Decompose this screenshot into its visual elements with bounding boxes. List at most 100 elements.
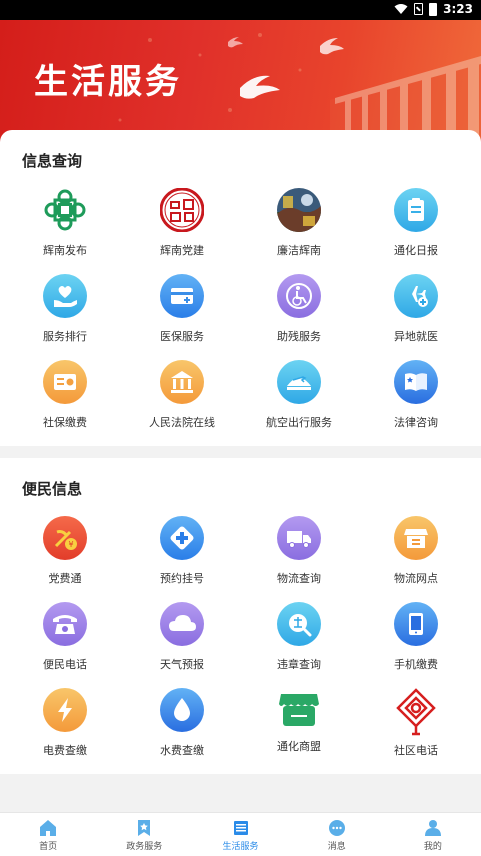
lightning-icon [43,688,87,732]
grid-item-remote-medical[interactable]: 异地就医 [356,270,476,354]
nav-mine[interactable]: 我的 [385,813,481,856]
grid-item-label: 社保缴费 [43,416,87,429]
grid-item-label: 服务排行 [43,330,87,343]
bottom-nav: 首页 政务服务 生活服务 消息 我的 [0,812,481,856]
newspaper-icon [394,188,438,232]
grid-item-label: 预约挂号 [160,572,204,585]
bookmark-star-icon [138,820,151,836]
grid-item-label: 物流查询 [277,572,321,585]
grid-item-label: 便民电话 [43,658,87,671]
grid-item-label: 通化商盟 [277,740,321,753]
section-title: 便民信息 [22,480,83,498]
medical-cross-icon [160,516,204,560]
grid-item-label: 通化日报 [394,244,438,257]
chinese-knot-icon [394,688,438,736]
page-title: 生活服务 [34,62,182,102]
grid-item-water[interactable]: 水费查缴 [122,684,242,768]
grid-item-label: 医保服务 [160,330,204,343]
grid-item-huinan-party[interactable]: 辉南党建 [122,184,242,268]
heart-hand-icon [43,274,87,318]
banner: 生活服务 [0,20,481,146]
grid-item-huinan-release[interactable]: 辉南发布 [5,184,125,268]
grid-item-label: 航空出行服务 [266,416,332,429]
courthouse-icon [160,360,204,404]
grid-item-weather[interactable]: 天气预报 [122,598,242,682]
grid-item-tonghua-alliance[interactable]: 通化商盟 [239,684,359,768]
grid-item-label: 天气预报 [160,658,204,671]
cloud-icon [160,602,204,646]
dove-icon [228,37,344,99]
grid-item-public-phone[interactable]: 便民电话 [5,598,125,682]
airplane-medical-icon [394,274,438,318]
grid-item-label: 辉南发布 [43,244,87,257]
nav-label: 生活服务 [222,842,259,852]
nav-label: 政务服务 [126,842,163,852]
grid-item-mobile-payment[interactable]: 手机缴费 [356,598,476,682]
grid-item-label: 异地就医 [394,330,438,343]
clean-huinan-badge-icon [277,188,321,232]
grid-item-clean-huinan[interactable]: 廉洁辉南 [239,184,359,268]
grid-item-label: 廉洁辉南 [277,244,321,257]
mobile-phone-icon [394,602,438,646]
nav-label: 消息 [327,842,346,852]
nav-label: 首页 [39,842,58,852]
clock-time: 3:23 [443,2,473,16]
grid-item-label: 助残服务 [277,330,321,343]
truck-icon [277,516,321,560]
nav-label: 我的 [423,842,442,852]
nav-life-service[interactable]: 生活服务 [192,813,288,856]
grid-item-label: 法律咨询 [394,416,438,429]
grid-item-label: 违章查询 [277,658,321,671]
grid-item-label: 辉南党建 [160,244,204,257]
id-card-icon [43,360,87,404]
grid-item-legal-consult[interactable]: 法律咨询 [356,356,476,440]
battery-icon [429,2,438,16]
info-query-section: 信息查询 辉南发布 辉南党建 廉洁辉南 通化日报 服务排行 医保服务 助残服务 … [0,130,481,446]
grid-item-service-ranking[interactable]: 服务排行 [5,270,125,354]
grid-item-label: 人民法院在线 [149,416,215,429]
grid-item-social-security[interactable]: 社保缴费 [5,356,125,440]
grid-item-disability-service[interactable]: 助残服务 [239,270,359,354]
person-icon [424,820,441,836]
huinan-party-building-seal-icon [160,188,204,232]
nav-government-service[interactable]: 政务服务 [96,813,192,856]
grid-item-label: 水费查缴 [160,744,204,757]
grid-item-label: 物流网点 [394,572,438,585]
grid-item-violation-query[interactable]: 违章查询 [239,598,359,682]
life-service-icon [233,821,248,835]
home-icon [40,820,57,836]
wheelchair-icon [277,274,321,318]
store-icon [394,516,438,560]
convenience-info-section: 便民信息 ¥ 党费通 预约挂号 物流查询 物流网点 便民电话 天气预报 违章查询… [0,458,481,774]
grid-item-appointment[interactable]: 预约挂号 [122,512,242,596]
grid-item-label: 社区电话 [394,744,438,757]
no-sim-icon [414,3,424,15]
status-bar: 3:23 [0,0,481,20]
law-book-icon [394,360,438,404]
grid-item-party-fee[interactable]: ¥ 党费通 [5,512,125,596]
medical-card-icon [160,274,204,318]
huinan-release-logo-icon [43,188,87,232]
section-title: 信息查询 [22,152,83,170]
grid-item-court-online[interactable]: 人民法院在线 [122,356,242,440]
grid-item-tonghua-daily[interactable]: 通化日报 [356,184,476,268]
svg-text:¥: ¥ [68,540,73,549]
water-drop-icon [160,688,204,732]
wifi-icon [394,4,408,14]
grid-item-air-travel[interactable]: 航空出行服务 [239,356,359,440]
grid-item-label: 党费通 [48,572,82,585]
airport-icon [277,360,321,404]
grid-item-community-phone[interactable]: 社区电话 [356,684,476,768]
grid-item-label: 电费查缴 [43,744,87,757]
chat-bubble-icon [328,820,345,836]
telephone-icon [43,602,87,646]
grid-item-electricity[interactable]: 电费查缴 [5,684,125,768]
grid-item-medical-insurance[interactable]: 医保服务 [122,270,242,354]
grid-item-logistics-query[interactable]: 物流查询 [239,512,359,596]
grid-item-logistics-outlet[interactable]: 物流网点 [356,512,476,596]
violation-search-icon [277,602,321,646]
nav-home[interactable]: 首页 [0,813,96,856]
party-emblem-icon: ¥ [43,516,87,560]
shop-awning-icon [277,688,321,732]
nav-messages[interactable]: 消息 [289,813,385,856]
